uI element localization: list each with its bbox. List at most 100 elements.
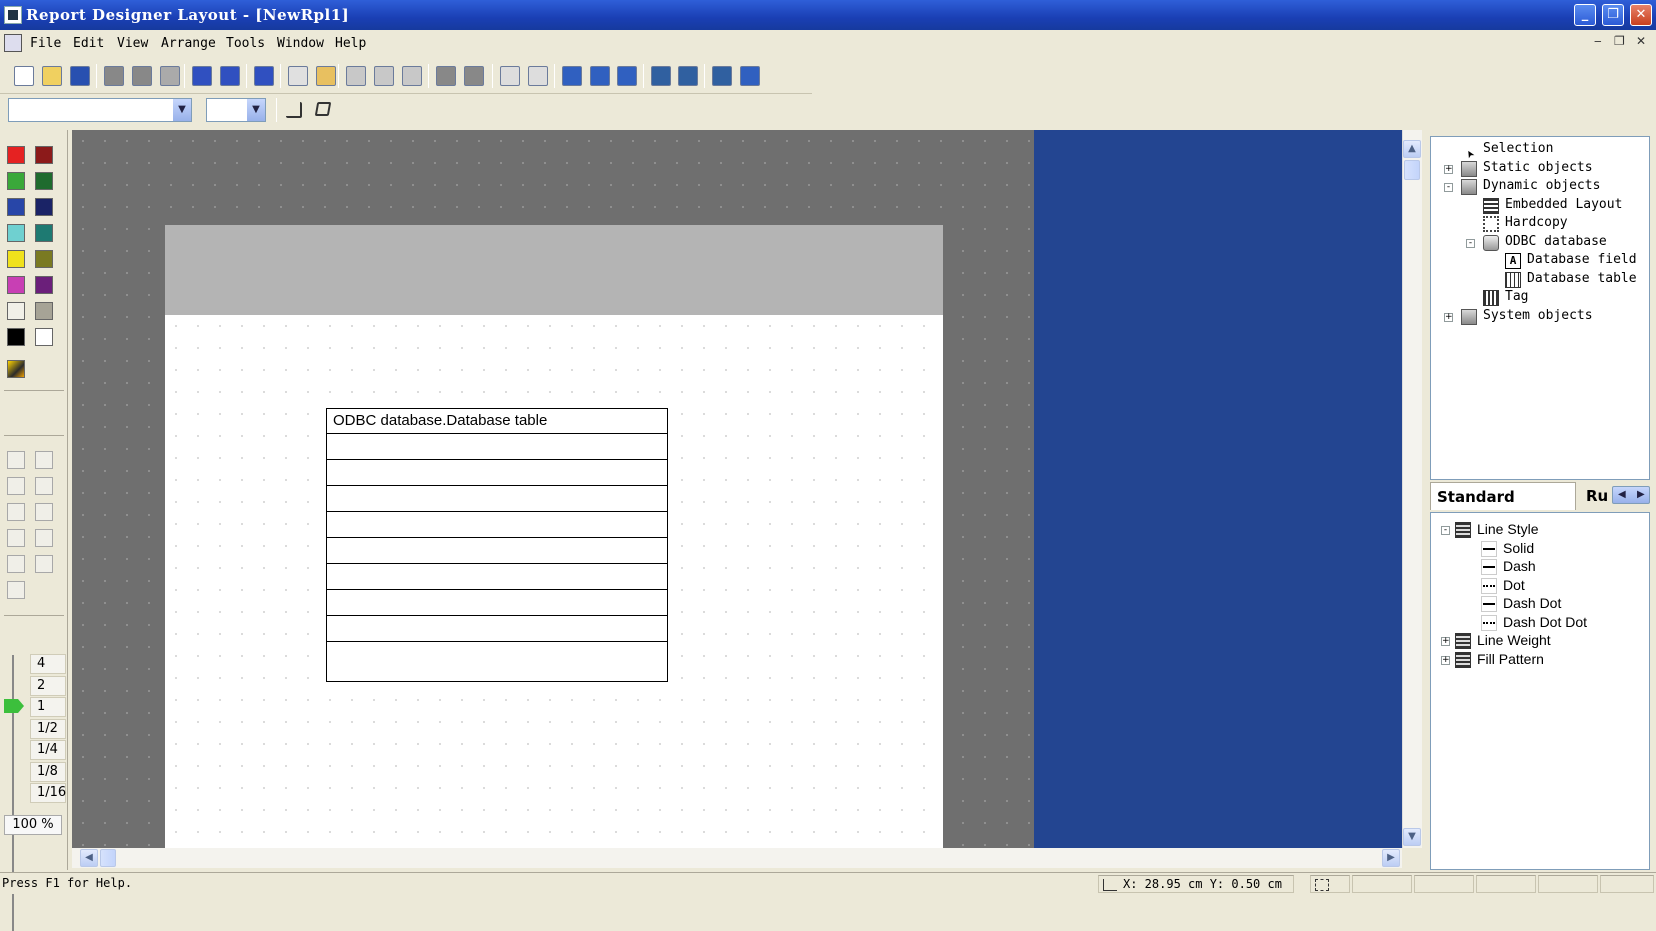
same-width-icon[interactable] — [7, 555, 25, 573]
tab-scroll-left-icon[interactable]: ◀ — [1618, 487, 1626, 503]
align-right-icon[interactable] — [35, 451, 53, 469]
menu-help[interactable]: Help — [335, 36, 366, 51]
zoom-tick[interactable]: 2 — [30, 675, 66, 696]
expand-icon[interactable]: + — [1441, 637, 1450, 646]
collapse-icon[interactable]: - — [1466, 238, 1475, 248]
same-size-icon[interactable] — [7, 581, 25, 599]
color-swatch[interactable] — [7, 302, 25, 320]
tree-item[interactable]: Database table — [1527, 271, 1637, 289]
resize-object-icon[interactable] — [286, 102, 302, 118]
collapse-icon[interactable]: - — [1444, 183, 1453, 192]
style-item[interactable]: Dot — [1503, 577, 1525, 595]
scroll-down-button[interactable]: ▼ — [1403, 828, 1421, 846]
bring-front-icon[interactable] — [346, 66, 366, 86]
ungroup-icon[interactable] — [464, 66, 484, 86]
zoom-tick[interactable]: 1/2 — [30, 718, 66, 739]
zoom-slider-thumb[interactable] — [4, 699, 24, 713]
size-combo[interactable]: ▼ — [206, 98, 266, 122]
print-icon[interactable] — [254, 66, 274, 86]
zoom-tick[interactable]: 1 — [30, 697, 66, 717]
copy-format-icon[interactable] — [402, 66, 422, 86]
paste-icon[interactable] — [160, 66, 180, 86]
database-table-object[interactable]: ODBC database.Database table — [326, 408, 668, 682]
horizontal-scroll-thumb[interactable] — [100, 849, 116, 867]
tree-item[interactable]: Tag — [1505, 289, 1528, 307]
new-icon[interactable] — [14, 66, 34, 86]
style-item[interactable]: Dash Dot — [1503, 595, 1561, 613]
menu-edit[interactable]: Edit — [73, 36, 104, 51]
undo-icon[interactable] — [192, 66, 212, 86]
style-item[interactable]: Line Weight — [1477, 632, 1551, 650]
align-top-icon[interactable] — [7, 477, 25, 495]
expand-icon[interactable]: + — [1444, 164, 1453, 174]
tree-item[interactable]: Dynamic objects — [1483, 178, 1600, 196]
style-item[interactable]: Dash Dot Dot — [1503, 614, 1587, 632]
horizontal-scrollbar[interactable]: ◀ ▶ — [72, 848, 1402, 868]
wizard2-icon[interactable] — [678, 66, 698, 86]
menu-file[interactable]: File — [30, 36, 61, 51]
style-item[interactable]: Dash — [1503, 558, 1536, 576]
color-swatch[interactable] — [7, 224, 25, 242]
tree-item[interactable]: ODBC database — [1505, 234, 1607, 252]
center-horizontal-icon[interactable] — [7, 503, 25, 521]
zoom-tick[interactable]: 1/8 — [30, 761, 66, 782]
app-icon[interactable] — [4, 6, 22, 24]
snap-icon[interactable] — [528, 66, 548, 86]
style-item[interactable]: Fill Pattern — [1477, 651, 1544, 669]
color-swatch[interactable] — [35, 302, 53, 320]
menu-view[interactable]: View — [117, 36, 148, 51]
redo-icon[interactable] — [220, 66, 240, 86]
zoom-tick[interactable]: 4 — [30, 654, 66, 674]
expand-icon[interactable]: + — [1441, 655, 1450, 665]
menu-arrange[interactable]: Arrange — [161, 36, 216, 51]
chevron-down-icon[interactable]: ▼ — [173, 99, 191, 121]
expand-icon[interactable]: + — [1444, 312, 1453, 322]
wizard-icon[interactable] — [651, 66, 671, 86]
color-swatch[interactable] — [35, 276, 53, 294]
group-icon[interactable] — [436, 66, 456, 86]
tab-second[interactable]: Ru — [1580, 482, 1614, 510]
color-swatch[interactable] — [35, 250, 53, 268]
scroll-left-button[interactable]: ◀ — [80, 849, 98, 867]
maximize-button[interactable]: ❐ — [1602, 4, 1624, 26]
scroll-up-button[interactable]: ▲ — [1403, 140, 1421, 158]
scroll-right-button[interactable]: ▶ — [1382, 849, 1400, 867]
more-colors-icon[interactable] — [7, 360, 25, 378]
cut-icon[interactable] — [104, 66, 124, 86]
tree-item[interactable]: Hardcopy — [1505, 215, 1568, 233]
font-combo[interactable]: ▼ — [8, 98, 192, 122]
zoom-fit-icon[interactable] — [617, 66, 637, 86]
color-swatch[interactable] — [35, 146, 53, 164]
collapse-icon[interactable]: - — [1441, 526, 1450, 535]
page-icon[interactable] — [288, 66, 308, 86]
color-swatch[interactable] — [35, 172, 53, 190]
tree-item[interactable]: Selection — [1483, 141, 1553, 159]
minimize-button[interactable]: _ — [1574, 4, 1596, 26]
zoom-in-icon[interactable] — [562, 66, 582, 86]
tree-item[interactable]: Database field — [1527, 252, 1637, 270]
zoom-out-icon[interactable] — [590, 66, 610, 86]
style-item[interactable]: Solid — [1503, 540, 1534, 558]
color-swatch[interactable] — [35, 224, 53, 242]
context-help-icon[interactable] — [740, 66, 760, 86]
menu-window[interactable]: Window — [277, 36, 324, 51]
color-swatch[interactable] — [7, 328, 25, 346]
rotate-object-icon[interactable] — [314, 102, 332, 116]
menu-tools[interactable]: Tools — [226, 36, 265, 51]
tree-item[interactable]: Embedded Layout — [1505, 197, 1622, 215]
vertical-scroll-thumb[interactable] — [1404, 160, 1420, 180]
zoom-tick[interactable]: 1/16 — [30, 783, 66, 803]
tree-item[interactable]: System objects — [1483, 308, 1593, 326]
grid-icon[interactable] — [500, 66, 520, 86]
mdi-close-button[interactable]: ✕ — [1636, 34, 1646, 48]
same-height-icon[interactable] — [35, 555, 53, 573]
color-swatch[interactable] — [7, 276, 25, 294]
page-setup-icon[interactable] — [316, 66, 336, 86]
color-swatch[interactable] — [35, 328, 53, 346]
zoom-tick[interactable]: 1/4 — [30, 740, 66, 760]
space-horizontal-icon[interactable] — [7, 529, 25, 547]
open-icon[interactable] — [42, 66, 62, 86]
close-button[interactable]: ✕ — [1630, 4, 1652, 26]
color-swatch[interactable] — [35, 198, 53, 216]
properties-icon[interactable] — [712, 66, 732, 86]
